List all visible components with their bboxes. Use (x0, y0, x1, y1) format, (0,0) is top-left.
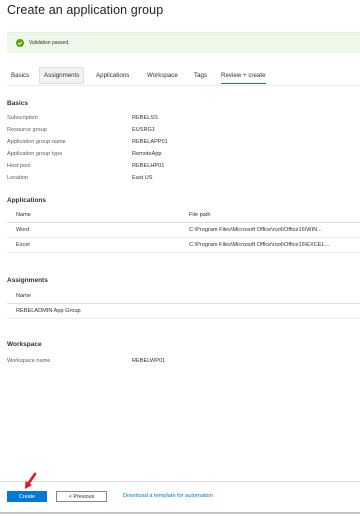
previous-button[interactable]: < Previous (56, 491, 107, 502)
field-label: Location (7, 175, 29, 181)
field-value: REBELAPP01 (132, 139, 168, 145)
applications-table: Name File path Word C:\Program Files\Mic… (7, 207, 360, 253)
field-value: REBELSS (132, 115, 158, 121)
annotation-arrow-icon (25, 472, 37, 489)
tab-tags[interactable]: Tags (194, 67, 207, 84)
download-template-link[interactable]: Download a template for automation (123, 493, 213, 499)
app-file-path: C:\Program Files\Microsoft Office\root\O… (189, 227, 322, 233)
check-circle-icon (16, 39, 24, 47)
basics-heading: Basics (7, 100, 28, 107)
field-label: Subscription (7, 115, 38, 121)
table-row: REBELADMIN App Group (7, 304, 360, 319)
field-value: REBELWP01 (132, 358, 166, 364)
field-label: Application group name (7, 139, 66, 145)
tab-assignments[interactable]: Assignments (39, 67, 85, 84)
field-label: Resource group (7, 127, 47, 133)
basics-row-app-group-name: Application group name REBELAPP01 (7, 139, 307, 148)
validation-banner: Validation passed. (7, 32, 360, 53)
assignment-name: REBELADMIN App Group (16, 308, 81, 314)
field-value: RemoteApp (132, 151, 162, 157)
wizard-tabs: Basics Assignments Applications Workspac… (7, 67, 360, 84)
field-label: Application group type (7, 151, 63, 157)
assignments-heading: Assignments (7, 277, 48, 284)
app-file-path: C:\Program Files\Microsoft Office\root\O… (189, 242, 330, 248)
column-header-name: Name (16, 292, 31, 299)
app-name: Word (16, 227, 30, 233)
field-value: REBELHP01 (132, 163, 165, 169)
workspace-heading: Workspace (7, 341, 42, 348)
table-header-row: Name File path (7, 207, 360, 223)
field-label: Host pool (7, 163, 31, 169)
page-title: Create an application group (7, 3, 164, 17)
tab-applications[interactable]: Applications (96, 67, 129, 84)
field-value: East US (132, 175, 153, 181)
table-row: Word C:\Program Files\Microsoft Office\r… (7, 223, 360, 238)
tab-workspace[interactable]: Workspace (147, 67, 178, 84)
column-header-file-path: File path (189, 211, 211, 218)
column-header-name: Name (16, 211, 31, 218)
field-value: EUSRG1 (132, 127, 156, 133)
applications-heading: Applications (7, 197, 47, 204)
basics-row-resource-group: Resource group EUSRG1 (7, 127, 307, 136)
tab-review-create[interactable]: Review + create (221, 67, 266, 84)
field-label: Workspace name (7, 358, 51, 364)
table-row: Excel C:\Program Files\Microsoft Office\… (7, 238, 360, 253)
basics-row-host-pool: Host pool REBELHP01 (7, 163, 307, 172)
create-button[interactable]: Create (7, 491, 47, 502)
validation-message: Validation passed. (29, 40, 70, 46)
footer-divider (0, 481, 360, 482)
basics-row-location: Location East US (7, 175, 307, 184)
tabs-divider (7, 85, 360, 86)
app-name: Excel (16, 242, 30, 248)
basics-row-app-group-type: Application group type RemoteApp (7, 151, 307, 160)
window-bottom-edge (0, 512, 360, 514)
workspace-row-name: Workspace name REBELWP01 (7, 358, 307, 367)
tab-basics[interactable]: Basics (11, 67, 29, 84)
table-header-row: Name (7, 288, 360, 304)
assignments-table: Name REBELADMIN App Group (7, 288, 360, 319)
basics-row-subscription: Subscription REBELSS (7, 115, 307, 124)
